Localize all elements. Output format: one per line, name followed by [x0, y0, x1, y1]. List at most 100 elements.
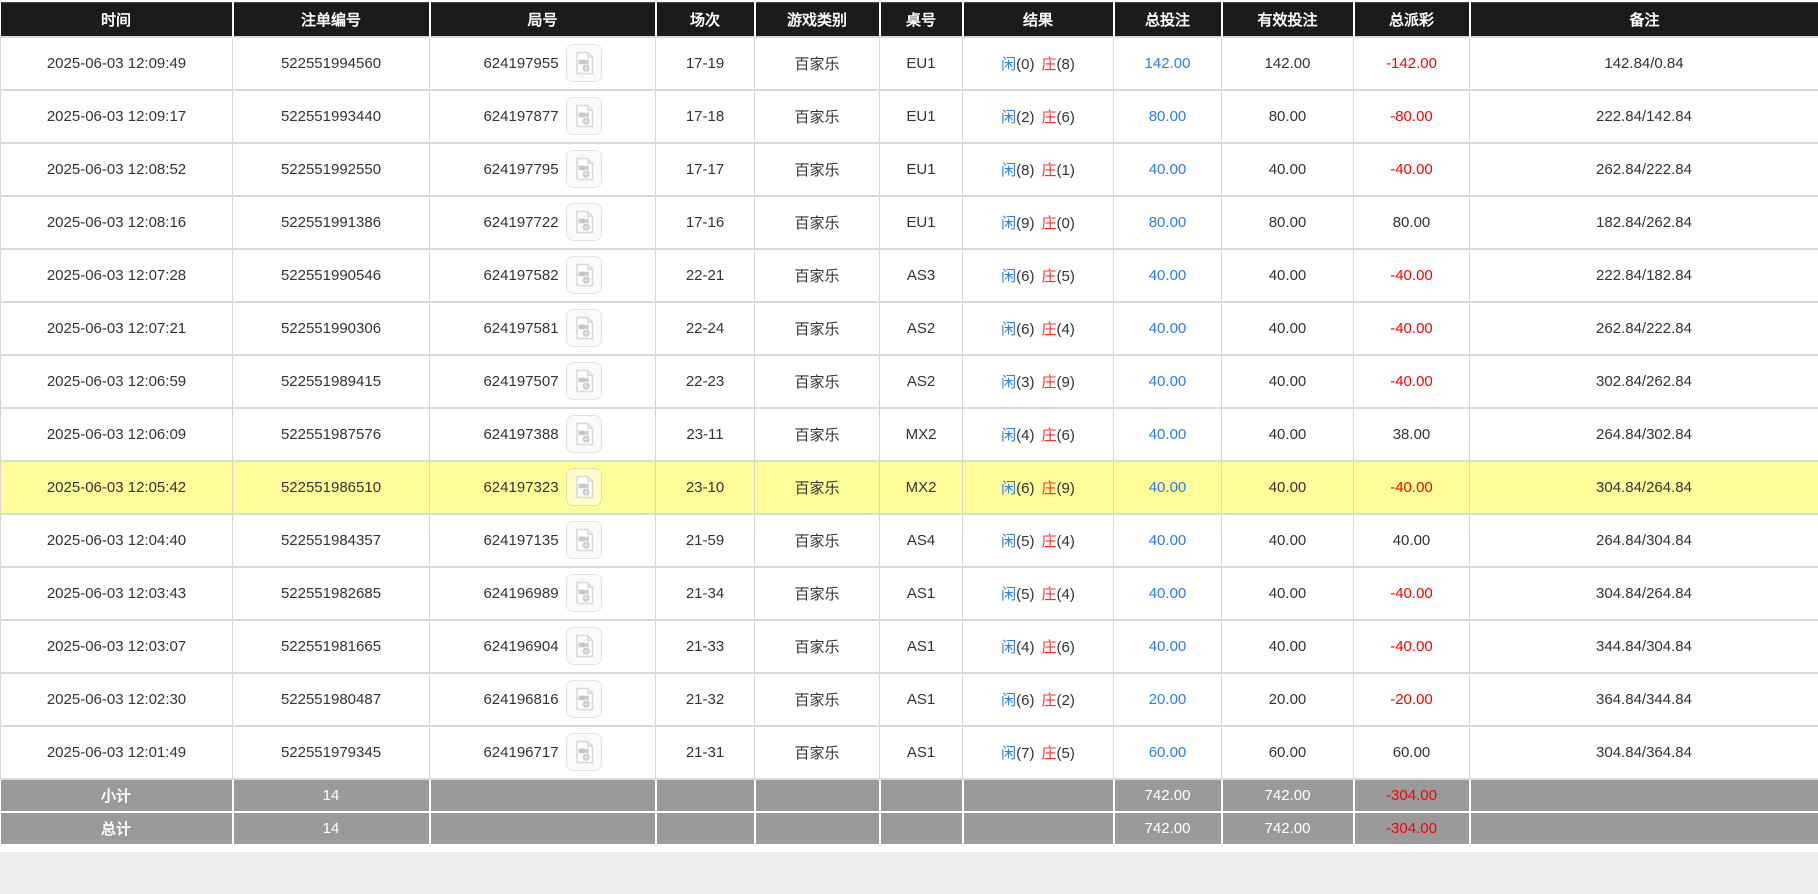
cell-table-no: AS2: [880, 302, 963, 355]
video-replay-button[interactable]: [566, 203, 602, 241]
video-replay-button[interactable]: [566, 150, 602, 188]
subtotal-label: 小计: [1, 779, 233, 812]
player-score: (0): [1016, 56, 1034, 73]
table-row: 2025-06-03 12:09:49 522551994560 6241979…: [1, 37, 1818, 90]
table-row: 2025-06-03 12:07:28 522551990546 6241975…: [1, 249, 1818, 302]
cell-session: 17-18: [656, 90, 755, 143]
cell-game-type: 百家乐: [755, 90, 880, 143]
video-replay-button[interactable]: [566, 309, 602, 347]
total-bet-link[interactable]: 40.00: [1149, 320, 1187, 337]
video-replay-button[interactable]: [566, 574, 602, 612]
round-no-text: 624197795: [483, 161, 558, 178]
banker-label: 庄: [1042, 321, 1057, 338]
col-header-game-type: 游戏类别: [755, 3, 880, 37]
subtotal-empty-cell: [880, 779, 963, 812]
total-bet-link[interactable]: 40.00: [1149, 267, 1187, 284]
total-bet-link[interactable]: 40.00: [1149, 426, 1187, 443]
banker-score: (5): [1057, 268, 1075, 285]
video-file-icon: [574, 316, 594, 340]
cell-table-no: AS1: [880, 620, 963, 673]
bet-records-page: 时间 注单编号 局号 场次 游戏类别 桌号 结果 总投注 有效投注 总派彩 备注…: [0, 0, 1818, 852]
video-file-icon: [574, 157, 594, 181]
table-row: 2025-06-03 12:09:17 522551993440 6241978…: [1, 90, 1818, 143]
video-replay-button[interactable]: [566, 97, 602, 135]
cell-round-no: 624197955: [430, 37, 656, 90]
cell-time: 2025-06-03 12:04:40: [1, 514, 233, 567]
total-bet-link[interactable]: 80.00: [1149, 214, 1187, 231]
total-bet-link[interactable]: 40.00: [1149, 638, 1187, 655]
player-score: (5): [1016, 586, 1034, 603]
video-replay-button[interactable]: [566, 362, 602, 400]
video-file-icon: [574, 687, 594, 711]
total-bet-link[interactable]: 60.00: [1149, 744, 1187, 761]
round-no-text: 624197507: [483, 373, 558, 390]
grand-total-payout: -304.00: [1354, 812, 1470, 845]
cell-total-bet: 40.00: [1114, 514, 1222, 567]
video-file-icon: [574, 51, 594, 75]
banker-label: 庄: [1042, 109, 1057, 126]
player-score: (3): [1016, 374, 1034, 391]
round-no-text: 624197582: [483, 267, 558, 284]
cell-time: 2025-06-03 12:09:49: [1, 37, 233, 90]
player-label: 闲: [1001, 56, 1016, 73]
table-row: 2025-06-03 12:06:09 522551987576 6241973…: [1, 408, 1818, 461]
video-replay-button[interactable]: [566, 415, 602, 453]
cell-total-bet: 80.00: [1114, 90, 1222, 143]
cell-time: 2025-06-03 12:03:07: [1, 620, 233, 673]
cell-remark: 262.84/222.84: [1470, 302, 1818, 355]
cell-table-no: AS1: [880, 673, 963, 726]
total-bet-link[interactable]: 40.00: [1149, 585, 1187, 602]
banker-score: (9): [1057, 480, 1075, 497]
cell-round-no: 624197507: [430, 355, 656, 408]
video-replay-button[interactable]: [566, 680, 602, 718]
video-file-icon: [574, 740, 594, 764]
cell-order-no: 522551987576: [233, 408, 430, 461]
cell-valid-bet: 40.00: [1222, 143, 1354, 196]
cell-table-no: MX2: [880, 461, 963, 514]
video-replay-button[interactable]: [566, 468, 602, 506]
grand-total-label: 总计: [1, 812, 233, 845]
video-replay-button[interactable]: [566, 733, 602, 771]
total-bet-link[interactable]: 40.00: [1149, 373, 1187, 390]
cell-payout: -20.00: [1354, 673, 1470, 726]
cell-session: 23-10: [656, 461, 755, 514]
cell-table-no: EU1: [880, 143, 963, 196]
video-file-icon: [574, 528, 594, 552]
video-file-icon: [574, 634, 594, 658]
cell-total-bet: 40.00: [1114, 461, 1222, 514]
total-bet-link[interactable]: 80.00: [1149, 108, 1187, 125]
round-no-text: 624197877: [483, 108, 558, 125]
cell-valid-bet: 60.00: [1222, 726, 1354, 779]
cell-game-type: 百家乐: [755, 249, 880, 302]
player-score: (5): [1016, 533, 1034, 550]
cell-time: 2025-06-03 12:06:59: [1, 355, 233, 408]
cell-result: 闲(9)庄(0): [963, 196, 1114, 249]
video-replay-button[interactable]: [566, 627, 602, 665]
cell-result: 闲(6)庄(5): [963, 249, 1114, 302]
table-row: 2025-06-03 12:02:30 522551980487 6241968…: [1, 673, 1818, 726]
cell-time: 2025-06-03 12:02:30: [1, 673, 233, 726]
cell-round-no: 624197877: [430, 90, 656, 143]
video-replay-button[interactable]: [566, 521, 602, 559]
cell-remark: 142.84/0.84: [1470, 37, 1818, 90]
total-bet-link[interactable]: 20.00: [1149, 691, 1187, 708]
table-row: 2025-06-03 12:03:07 522551981665 6241969…: [1, 620, 1818, 673]
col-header-payout: 总派彩: [1354, 3, 1470, 37]
cell-table-no: EU1: [880, 37, 963, 90]
total-bet-link[interactable]: 40.00: [1149, 479, 1187, 496]
cell-time: 2025-06-03 12:03:43: [1, 567, 233, 620]
total-bet-link[interactable]: 40.00: [1149, 161, 1187, 178]
cell-table-no: EU1: [880, 196, 963, 249]
video-replay-button[interactable]: [566, 44, 602, 82]
cell-payout: -40.00: [1354, 620, 1470, 673]
grand-total-empty-cell: [656, 812, 755, 845]
cell-payout: -40.00: [1354, 302, 1470, 355]
cell-result: 闲(7)庄(5): [963, 726, 1114, 779]
video-replay-button[interactable]: [566, 256, 602, 294]
table-row: 2025-06-03 12:03:43 522551982685 6241969…: [1, 567, 1818, 620]
grand-total-valid-bet: 742.00: [1222, 812, 1354, 845]
cell-order-no: 522551992550: [233, 143, 430, 196]
cell-session: 21-59: [656, 514, 755, 567]
total-bet-link[interactable]: 40.00: [1149, 532, 1187, 549]
total-bet-link[interactable]: 142.00: [1145, 55, 1191, 72]
